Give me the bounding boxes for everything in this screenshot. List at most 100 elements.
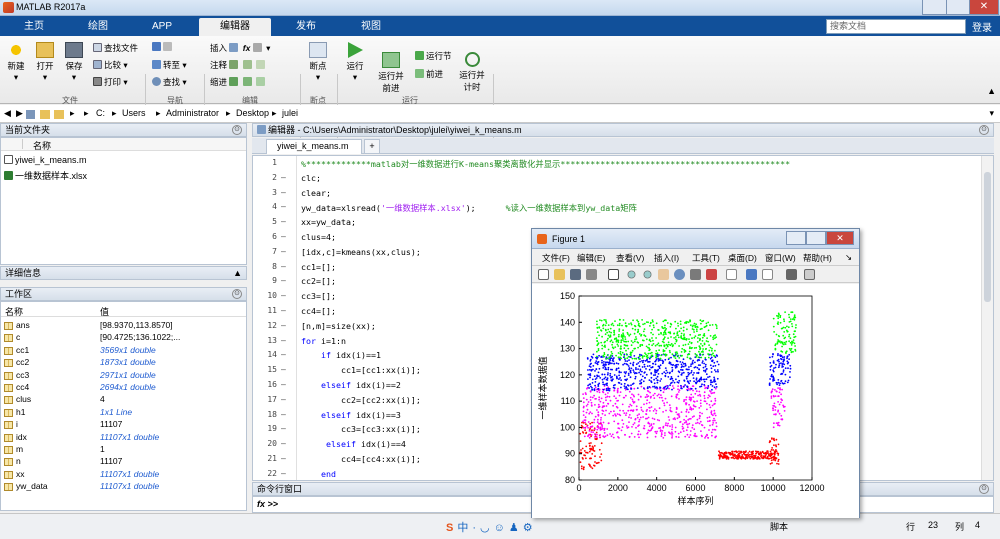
workspace-row[interactable]: m1 xyxy=(1,444,246,457)
code-line[interactable]: clus=4; xyxy=(301,232,336,242)
panel-menu-icon[interactable]: ⊙ xyxy=(232,289,242,299)
workspace-row[interactable]: xx 11107x1 double xyxy=(1,469,246,482)
code-line[interactable]: cc1=[cc1:xx(i)]; xyxy=(301,365,421,375)
maximize-button[interactable] xyxy=(946,0,970,15)
search-docs-input[interactable]: 搜索文档 xyxy=(826,19,966,34)
run-button[interactable]: 运行 ▾ xyxy=(342,42,368,83)
file-item[interactable]: yiwei_k_means.m xyxy=(4,155,87,165)
tab-editor[interactable]: 编辑器 xyxy=(199,18,271,36)
browse-folder-icon[interactable] xyxy=(54,110,64,119)
workspace-row[interactable]: yw_data 11107x1 double xyxy=(1,481,246,494)
code-line[interactable]: cc2=[cc2:xx(i)]; xyxy=(301,395,421,405)
workspace-row[interactable]: i 11107 xyxy=(1,419,246,432)
details-header[interactable]: 详细信息 ▲ xyxy=(0,266,247,280)
code-line[interactable]: end xyxy=(301,469,336,479)
new-tab-button[interactable]: + xyxy=(364,139,380,154)
workspace-row[interactable]: ans [98.9370,113.8570] xyxy=(1,320,246,333)
path-dropdown-icon[interactable]: ▾ xyxy=(989,108,994,119)
tab-home[interactable]: 主页 xyxy=(10,18,58,36)
code-line[interactable]: cc4=[cc4:xx(i)]; xyxy=(301,454,421,464)
scatter-chart[interactable]: 0 2000 4000 6000 8000 10000 120008090100110120… xyxy=(532,284,859,518)
col-name[interactable]: 名称 xyxy=(5,305,23,318)
breakpoint-marker[interactable]: — xyxy=(281,350,286,359)
colorbar-icon[interactable] xyxy=(746,269,757,280)
tab-apps[interactable]: APP xyxy=(138,18,186,36)
code-line[interactable]: elseif idx(i)==3 xyxy=(301,410,401,420)
code-line[interactable]: [n,m]=size(xx); xyxy=(301,321,376,331)
path-part[interactable]: Users xyxy=(122,108,146,118)
figure-window[interactable]: Figure 1 ✕ 文件(F) 编辑(E) 查看(V) 插入(I) 工具(T)… xyxy=(531,228,860,518)
forward-icon[interactable]: ▶ xyxy=(16,108,23,119)
workspace-row[interactable]: cc1 3569x1 double xyxy=(1,345,246,358)
fx-button[interactable]: fx xyxy=(243,43,251,53)
breakpoint-marker[interactable]: — xyxy=(281,454,286,463)
print-button[interactable]: 打印 ▾ xyxy=(93,76,128,88)
save-icon[interactable] xyxy=(570,269,581,280)
tab-view[interactable]: 视图 xyxy=(345,18,397,36)
new-button[interactable]: 新建 ▾ xyxy=(4,42,28,83)
workspace-row[interactable]: cc4 2694x1 double xyxy=(1,382,246,395)
indent-button[interactable]: 缩进 xyxy=(210,76,267,88)
code-line[interactable]: [idx,c]=kmeans(xx,clus); xyxy=(301,247,421,257)
workspace-row[interactable]: cc3 2971x1 double xyxy=(1,370,246,383)
folder-icon[interactable] xyxy=(40,110,50,119)
scroll-thumb[interactable] xyxy=(984,172,991,302)
advance-button[interactable]: 前进 xyxy=(415,68,443,80)
path-part[interactable]: julei xyxy=(282,108,298,118)
insert-button[interactable]: 插入 fx ▾ xyxy=(210,42,270,54)
minimize-button[interactable] xyxy=(922,0,947,15)
col-name[interactable]: 名称 xyxy=(33,139,51,152)
code-line[interactable]: yw_data=xlsread('一维数据样本.xlsx'); %读入一维数据样… xyxy=(301,202,637,214)
workspace-row[interactable]: c [90.4725;136.1022;... xyxy=(1,332,246,345)
file-item[interactable]: 一维数据样本.xlsx xyxy=(4,169,87,182)
figure-maximize-button[interactable] xyxy=(806,231,826,245)
breakpoint-marker[interactable]: — xyxy=(281,321,286,330)
plot-area[interactable]: 0 2000 4000 6000 8000 10000 12000 80 90 100 110 120… xyxy=(532,284,859,518)
figure-close-button[interactable]: ✕ xyxy=(826,231,854,245)
breakpoint-marker[interactable]: — xyxy=(281,439,286,448)
find-button[interactable]: 查找 ▾ xyxy=(152,76,187,88)
path-drive[interactable]: C: xyxy=(96,108,105,118)
tab-plots[interactable]: 绘图 xyxy=(74,18,122,36)
panel-menu-icon[interactable]: ⊙ xyxy=(979,125,989,135)
breakpoint-marker[interactable]: — xyxy=(281,276,286,285)
save-button[interactable]: 保存 ▾ xyxy=(62,42,86,83)
expand-icon[interactable]: ▲ xyxy=(233,267,242,279)
editor-scrollbar[interactable] xyxy=(981,156,993,480)
menu-edit[interactable]: 编辑(E) xyxy=(577,252,605,264)
code-line[interactable]: %*************matlab对一维数据进行K-means聚类离散化并… xyxy=(301,158,790,170)
open-icon[interactable] xyxy=(554,269,565,280)
breakpoint-marker[interactable]: — xyxy=(281,247,286,256)
comment-button[interactable]: 注释 xyxy=(210,59,267,71)
path-part[interactable]: Desktop xyxy=(236,108,269,118)
zoom-in-icon[interactable] xyxy=(626,269,637,280)
panel-menu-icon[interactable]: ⊙ xyxy=(979,484,989,494)
breakpoint-marker[interactable]: — xyxy=(281,291,286,300)
menu-desktop[interactable]: 桌面(D) xyxy=(728,252,757,264)
breakpoint-marker[interactable]: — xyxy=(281,336,286,345)
pointer-icon[interactable] xyxy=(608,269,619,280)
figure-minimize-button[interactable] xyxy=(786,231,806,245)
breakpoint-marker[interactable]: — xyxy=(281,365,286,374)
menu-view[interactable]: 查看(V) xyxy=(616,252,644,264)
rotate-icon[interactable] xyxy=(674,269,685,280)
zoom-out-icon[interactable] xyxy=(642,269,653,280)
find-files-button[interactable]: 查找文件 xyxy=(93,42,138,54)
data-cursor-icon[interactable] xyxy=(690,269,701,280)
breakpoint-marker[interactable]: — xyxy=(281,395,286,404)
collapse-ribbon-icon[interactable]: ▲ xyxy=(987,86,996,96)
code-line[interactable]: if idx(i)==1 xyxy=(301,350,381,360)
pan-icon[interactable] xyxy=(658,269,669,280)
back-forward-nav[interactable] xyxy=(152,42,174,52)
breakpoint-marker[interactable]: — xyxy=(281,410,286,419)
menu-tools[interactable]: 工具(T) xyxy=(692,252,720,264)
breakpoint-marker[interactable]: — xyxy=(281,380,286,389)
breakpoint-marker[interactable]: — xyxy=(281,306,286,315)
workspace-row[interactable]: n 11107 xyxy=(1,456,246,469)
workspace-row[interactable]: idx 11107x1 double xyxy=(1,432,246,445)
breakpoint-marker[interactable]: — xyxy=(281,188,286,197)
code-line[interactable]: elseif idx(i)==2 xyxy=(301,380,401,390)
menu-file[interactable]: 文件(F) xyxy=(542,252,570,264)
compare-button[interactable]: 比较 ▾ xyxy=(93,59,128,71)
code-line[interactable]: cc3=[]; xyxy=(301,291,336,301)
